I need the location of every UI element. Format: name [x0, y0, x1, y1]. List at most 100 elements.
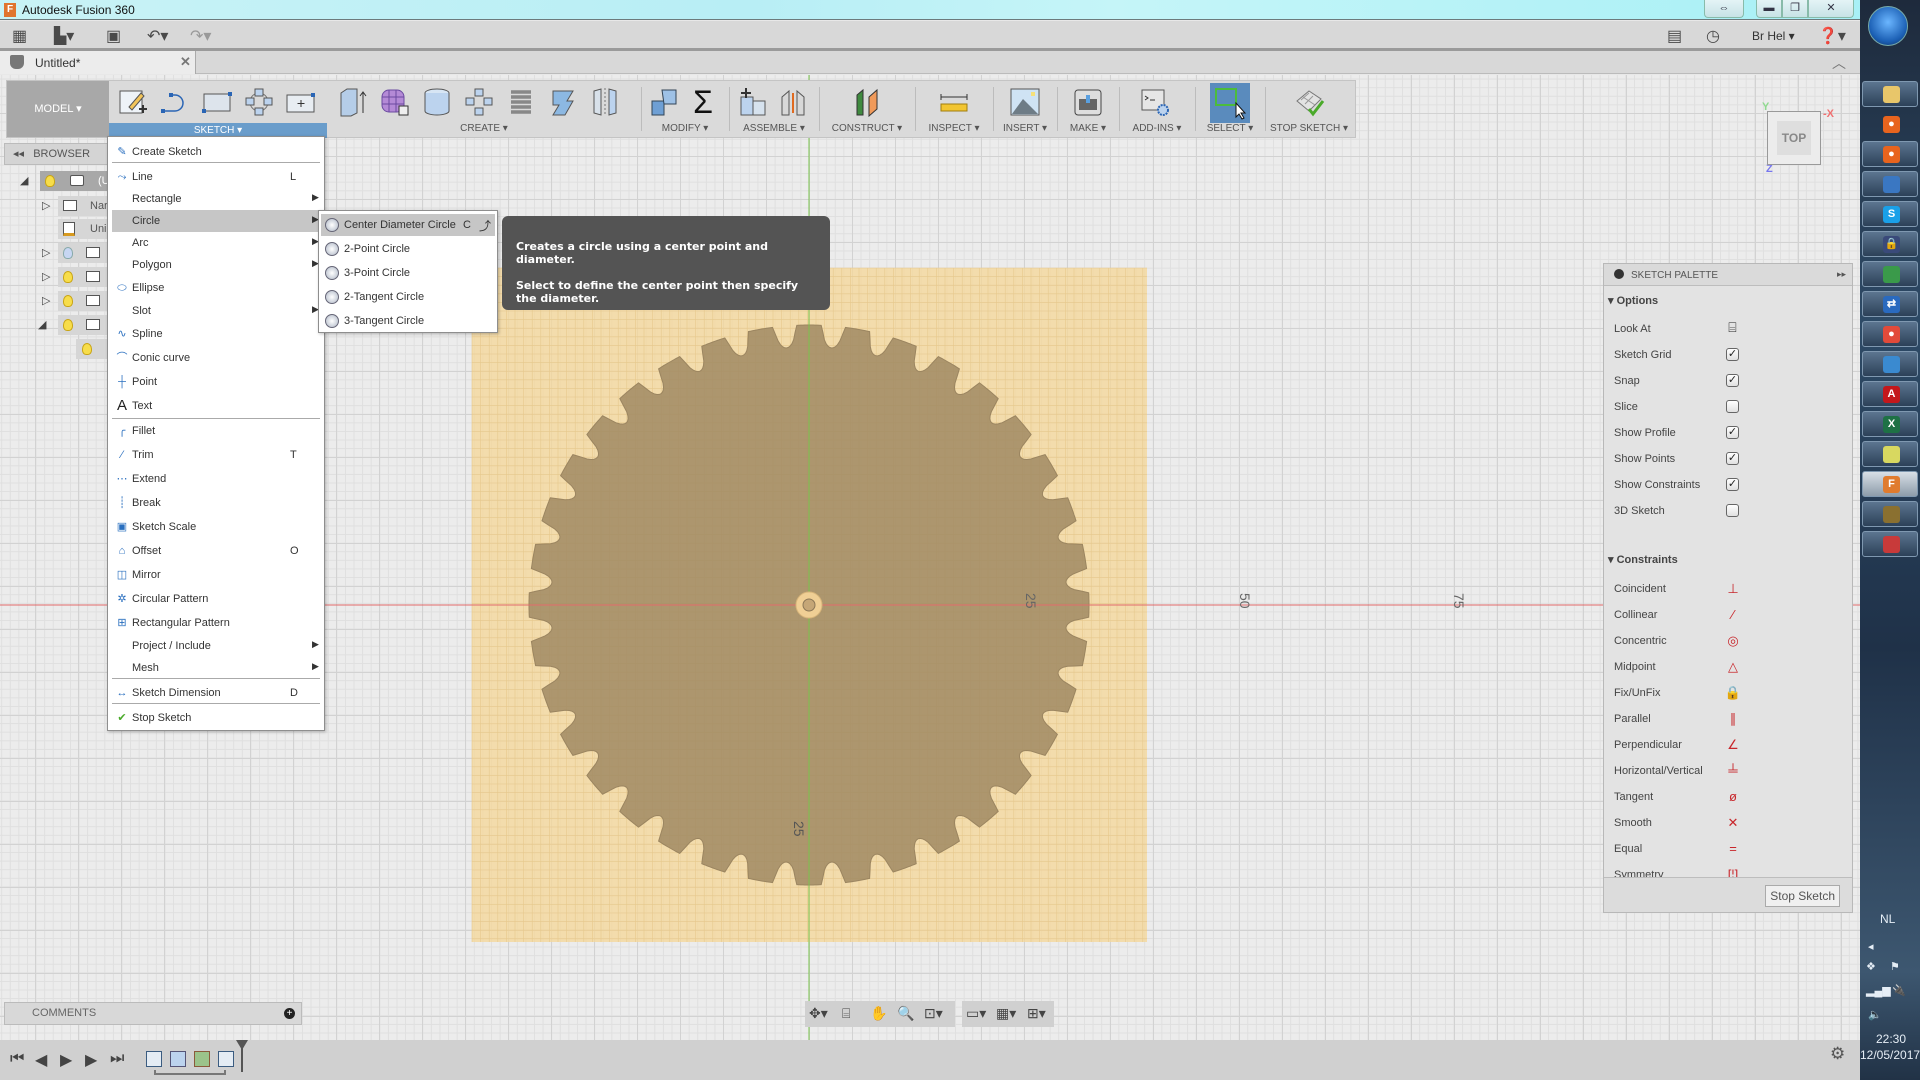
construct-plane-icon[interactable] — [851, 87, 883, 117]
taskbar-chrome-button[interactable]: ● — [1862, 321, 1918, 347]
grid-menu-icon[interactable]: ▦ — [12, 26, 27, 46]
sketch-grid-checkbox[interactable]: ✓ — [1726, 348, 1739, 361]
select-group-label[interactable]: SELECT ▾ — [1197, 123, 1263, 134]
taskbar-remote-desktop-button[interactable] — [1862, 351, 1918, 377]
viewcube[interactable]: TOP — [1767, 111, 1821, 165]
menu-item-mirror[interactable]: ◫ Mirror — [112, 564, 320, 586]
fix-unfix-constraint-icon[interactable]: 🔒 — [1724, 684, 1742, 702]
stop-sketch-button[interactable]: Stop Sketch — [1765, 885, 1840, 907]
timeline-extrude-feature-icon[interactable] — [170, 1051, 186, 1067]
sketch-palette-header[interactable]: SKETCH PALETTE ▸▸ — [1604, 264, 1852, 286]
visibility-bulb-icon[interactable] — [63, 247, 73, 259]
sketch-group[interactable]: SKETCH ▾ — [109, 81, 327, 138]
line-tool-icon[interactable] — [159, 87, 191, 117]
taskbar-skype-button[interactable]: S — [1862, 201, 1918, 227]
taskbar-gimp-button[interactable] — [1862, 501, 1918, 527]
constraint-equal[interactable]: Equal = — [1614, 839, 1844, 859]
new-component-icon[interactable] — [737, 87, 769, 117]
web-icon[interactable] — [547, 87, 579, 117]
constraint-midpoint[interactable]: Midpoint △ — [1614, 657, 1844, 677]
menu-item-conic-curve[interactable]: ⌒ Conic curve — [112, 347, 320, 369]
visibility-bulb-icon[interactable] — [45, 175, 55, 187]
stop-sketch-group[interactable]: STOP SKETCH ▾ — [1267, 81, 1351, 137]
start-button[interactable] — [1868, 6, 1908, 46]
browser-panel-header[interactable]: ◂◂ BROWSER — [4, 143, 108, 165]
collapse-triangle-icon[interactable]: ◢ — [38, 318, 46, 331]
submenu-item-3-point-circle[interactable]: 3-Point Circle — [321, 262, 495, 284]
menu-item-text[interactable]: A Text — [112, 395, 320, 417]
browser-folder-node[interactable]: ▷ — [42, 267, 110, 287]
save-icon[interactable]: ▣ — [106, 26, 121, 46]
select-tool[interactable] — [1210, 83, 1250, 123]
document-tab[interactable]: Untitled* ✕ — [0, 51, 196, 74]
equal-constraint-icon[interactable]: = — [1724, 840, 1742, 858]
expand-triangle-icon[interactable]: ▷ — [42, 270, 50, 283]
play-icon[interactable]: ▶ — [60, 1050, 72, 1070]
palette-expand-icon[interactable]: ▸▸ — [1837, 269, 1846, 280]
viewcube-top-face[interactable]: TOP — [1777, 121, 1811, 155]
browser-named-views-node[interactable]: ▷ Nar — [42, 196, 110, 216]
clock-icon[interactable]: ◷ — [1706, 26, 1720, 46]
menu-item-project-include[interactable]: Project / Include ▶ — [112, 635, 320, 657]
insert-image-icon[interactable] — [1009, 87, 1041, 117]
inspect-group[interactable]: INSPECT ▾ — [917, 81, 991, 137]
scripts-icon[interactable] — [1139, 87, 1171, 117]
clock-date[interactable]: 12/05/2017 — [1860, 1048, 1920, 1062]
parallel-constraint-icon[interactable]: ∥ — [1724, 710, 1742, 728]
constraint-perpendicular[interactable]: Perpendicular ∠ — [1614, 735, 1844, 755]
inspect-group-label[interactable]: INSPECT ▾ — [917, 123, 991, 134]
midpoint-constraint-icon[interactable]: △ — [1724, 658, 1742, 676]
close-window-button[interactable]: ✕ — [1808, 0, 1854, 18]
step-back-icon[interactable]: ◀ — [35, 1050, 47, 1070]
menu-item-stop-sketch[interactable]: ✔ Stop Sketch — [112, 707, 320, 729]
constraint-concentric[interactable]: Concentric ◎ — [1614, 631, 1844, 651]
construct-group-label[interactable]: CONSTRUCT ▾ — [821, 123, 913, 134]
browser-units-node[interactable]: Uni — [58, 219, 110, 239]
horizontal-vertical-constraint-icon[interactable]: ╧ — [1724, 762, 1742, 780]
timeline-settings-gear-icon[interactable]: ⚙ — [1830, 1044, 1845, 1064]
step-forward-icon[interactable]: ▶ — [85, 1050, 97, 1070]
menu-item-slot[interactable]: Slot ▶ — [112, 300, 320, 322]
palette-collapse-icon[interactable] — [1614, 269, 1624, 279]
volume-icon[interactable]: 🔈 — [1868, 1008, 1882, 1021]
show-constraints-checkbox[interactable]: ✓ — [1726, 478, 1739, 491]
redo-icon[interactable]: ↷▾ — [190, 26, 211, 46]
zoom-icon[interactable]: 🔍 — [897, 1005, 914, 1022]
taskbar-alarm-button[interactable] — [1862, 531, 1918, 557]
look-at-icon[interactable]: ⌸ — [1726, 320, 1739, 335]
coincident-constraint-icon[interactable]: ⊥ — [1724, 580, 1742, 598]
select-group[interactable]: SELECT ▾ — [1197, 81, 1263, 137]
menu-item-break[interactable]: ┊ Break — [112, 492, 320, 514]
menu-item-ellipse[interactable]: ⬭ Ellipse — [112, 277, 320, 299]
3d-sketch-checkbox[interactable] — [1726, 504, 1739, 517]
taskbar-teamviewer-button[interactable]: ⇄ — [1862, 291, 1918, 317]
modify-group[interactable]: Σ MODIFY ▾ — [643, 81, 727, 137]
3d-print-icon[interactable] — [1072, 87, 1104, 117]
assemble-group[interactable]: ASSEMBLE ▾ — [731, 81, 817, 137]
pan-icon[interactable]: ✋ — [870, 1005, 887, 1022]
expand-triangle-icon[interactable]: ▷ — [42, 294, 50, 307]
swap-window-button[interactable]: ⇔ — [1704, 0, 1744, 18]
taskbar-notepad-button[interactable] — [1862, 441, 1918, 467]
dropbox-tray-icon[interactable]: ❖ — [1866, 960, 1876, 973]
options-section-header[interactable]: ▾ Options — [1608, 294, 1658, 307]
expand-triangle-icon[interactable]: ▷ — [42, 246, 50, 259]
browser-folder-node[interactable]: ▷ — [42, 243, 110, 263]
rectangle-tool-icon[interactable] — [201, 87, 233, 117]
show-points-checkbox[interactable]: ✓ — [1726, 452, 1739, 465]
browser-sketches-node[interactable]: ◢ — [38, 315, 110, 335]
timeline-sketch-feature-icon[interactable] — [146, 1051, 162, 1067]
go-to-start-icon[interactable]: ⏮ — [10, 1050, 24, 1068]
menu-item-mesh[interactable]: Mesh ▶ — [112, 657, 320, 679]
sigma-icon[interactable]: Σ — [687, 86, 719, 118]
menu-item-line[interactable]: ⤳ Line L — [112, 166, 320, 188]
taskbar-fusion-360-button[interactable]: F — [1862, 471, 1918, 497]
menu-item-point[interactable]: ┼ Point — [112, 371, 320, 393]
add-comment-icon[interactable]: + — [284, 1008, 295, 1019]
modify-group-label[interactable]: MODIFY ▾ — [643, 123, 727, 134]
assemble-group-label[interactable]: ASSEMBLE ▾ — [731, 123, 817, 134]
minimize-button[interactable]: ▬ — [1756, 0, 1782, 18]
make-group-label[interactable]: MAKE ▾ — [1059, 123, 1117, 134]
taskbar-firefox-button[interactable]: ● — [1862, 141, 1918, 167]
smooth-constraint-icon[interactable]: ✕ — [1724, 814, 1742, 832]
